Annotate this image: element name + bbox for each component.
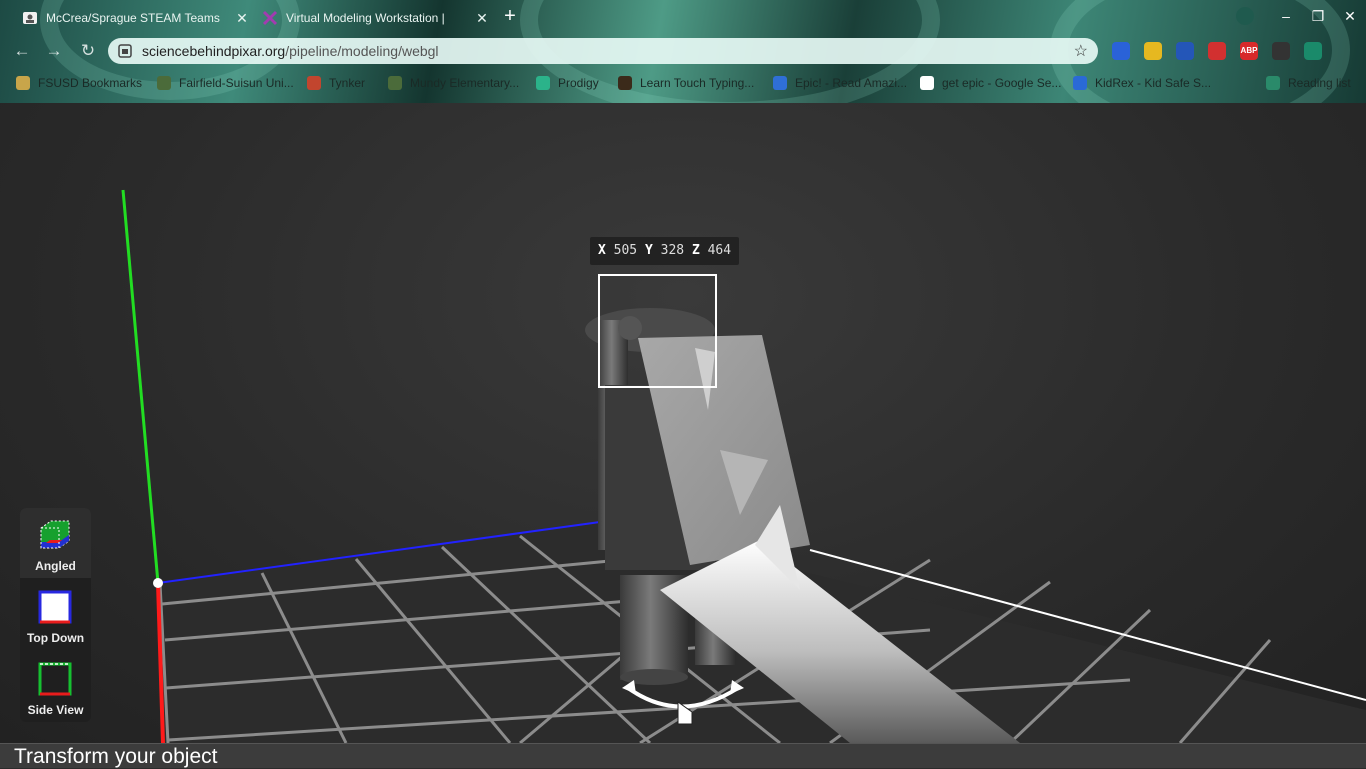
tab-steam-teams[interactable]: McCrea/Sprague STEAM Teams ✕ — [12, 4, 252, 32]
instruction-bar: Transform your object — [0, 743, 1366, 768]
prodigy-icon — [536, 76, 550, 90]
reload-icon[interactable]: ↻ — [76, 40, 100, 64]
bookmark-label: Fairfield-Suisun Uni... — [179, 76, 294, 90]
view-mode-panel: Angled Top Down Side View — [20, 508, 91, 722]
typing-icon — [618, 76, 632, 90]
back-icon[interactable]: ← — [10, 40, 34, 64]
z-label: Z — [691, 243, 700, 258]
z-value: 464 — [707, 243, 732, 258]
x-label: X — [598, 243, 606, 258]
coordinate-readout: X 505 Y 328 Z 464 — [590, 237, 740, 265]
tab-title: McCrea/Sprague STEAM Teams — [46, 11, 220, 25]
forward-icon[interactable]: → — [42, 40, 66, 64]
tab-virtual-modeling[interactable]: Virtual Modeling Workstation | ✕ — [252, 4, 492, 32]
url-path: /pipeline/modeling/webgl — [285, 43, 439, 59]
bookmark-item[interactable]: FSUSD Bookmarks — [16, 76, 142, 90]
modeling-viewport[interactable]: X 505 Y 328 Z 464 Angled Top Down Side V… — [0, 103, 1366, 743]
url-text: sciencebehindpixar.org/pipeline/modeling… — [142, 43, 439, 59]
browser-chrome: McCrea/Sprague STEAM Teams ✕ Virtual Mod… — [0, 0, 1366, 103]
y-label: Y — [644, 243, 653, 258]
view-label: Angled — [35, 559, 76, 573]
bookmark-label: Mundy Elementary... — [410, 76, 520, 90]
site-info-icon[interactable] — [118, 44, 132, 58]
bookmark-label: Learn Touch Typing... — [640, 76, 755, 90]
pixar-x-icon — [262, 10, 278, 26]
x-value: 505 — [613, 243, 638, 258]
scene-canvas[interactable] — [0, 103, 1366, 743]
spy-ext-icon[interactable] — [1272, 42, 1290, 60]
address-bar[interactable]: sciencebehindpixar.org/pipeline/modeling… — [108, 38, 1098, 64]
restore-icon[interactable]: ❐ — [1308, 6, 1328, 26]
shield-icon — [157, 76, 171, 90]
bookmark-item[interactable]: Tynker — [307, 76, 365, 90]
video-ext-icon[interactable] — [1208, 42, 1226, 60]
bookmark-item[interactable]: Mundy Elementary... — [388, 76, 519, 90]
profile-avatar-icon[interactable] — [1235, 6, 1255, 26]
epic-icon — [773, 76, 787, 90]
puzzle-ext-icon[interactable] — [1304, 42, 1322, 60]
minimize-icon[interactable]: – — [1276, 6, 1296, 26]
bookmark-label: Prodigy — [558, 76, 599, 90]
bookmark-star-icon[interactable]: ☆ — [1074, 41, 1088, 61]
bookmark-item[interactable]: Reading list — [1266, 76, 1351, 90]
bookmark-label: Tynker — [329, 76, 366, 90]
y-value: 328 — [660, 243, 685, 258]
view-angled-button[interactable]: Angled — [20, 508, 91, 578]
angled-cube-icon — [38, 518, 72, 552]
new-tab-button[interactable]: + — [498, 5, 522, 29]
origin-point — [153, 578, 163, 588]
close-tab-icon[interactable]: ✕ — [472, 10, 492, 27]
bookmarks-bar: FSUSD Bookmarks Fairfield-Suisun Uni... Ty… — [0, 72, 1366, 96]
bookmark-label: Epic! - Read Amazi... — [795, 76, 908, 90]
close-tab-icon[interactable]: ✕ — [232, 10, 252, 27]
diamond-ext-icon[interactable] — [1176, 42, 1194, 60]
view-label: Top Down — [26, 631, 85, 645]
folder-icon — [16, 76, 30, 90]
y-axis — [121, 189, 160, 584]
close-window-icon[interactable]: ✕ — [1340, 6, 1360, 26]
bookmark-label: KidRex - Kid Safe S... — [1095, 76, 1212, 90]
classroom-icon — [22, 10, 38, 26]
bookmark-item[interactable]: Prodigy — [536, 76, 599, 90]
shield-icon — [388, 76, 402, 90]
view-top-down-button[interactable]: Top Down — [20, 580, 91, 650]
shield-ext-icon[interactable] — [1112, 42, 1130, 60]
bookmark-item[interactable]: Fairfield-Suisun Uni... — [157, 76, 294, 90]
bookmark-label: Reading list — [1288, 76, 1351, 90]
abp-ext-icon[interactable]: ABP — [1240, 42, 1258, 60]
bookmark-label: FSUSD Bookmarks — [38, 76, 143, 90]
side-view-square-icon — [38, 662, 72, 696]
bookmark-item[interactable]: get epic - Google Se... — [920, 76, 1061, 90]
instruction-text: Transform your object — [14, 745, 218, 768]
bookmark-item[interactable]: Learn Touch Typing... — [618, 76, 754, 90]
bookmark-label: get epic - Google Se... — [942, 76, 1062, 90]
reading-list-icon — [1266, 76, 1280, 90]
tynker-icon — [307, 76, 321, 90]
joint-sphere[interactable] — [618, 316, 642, 340]
view-side-button[interactable]: Side View — [20, 652, 91, 722]
kidrex-icon — [1073, 76, 1087, 90]
url-host: sciencebehindpixar.org — [142, 43, 286, 59]
tab-title: Virtual Modeling Workstation | — [286, 11, 445, 25]
bookmark-item[interactable]: Epic! - Read Amazi... — [773, 76, 907, 90]
bookmark-item[interactable]: KidRex - Kid Safe S... — [1073, 76, 1211, 90]
pencil-ext-icon[interactable] — [1144, 42, 1162, 60]
google-icon — [920, 76, 934, 90]
view-label: Side View — [27, 703, 84, 717]
top-down-square-icon — [38, 590, 72, 624]
